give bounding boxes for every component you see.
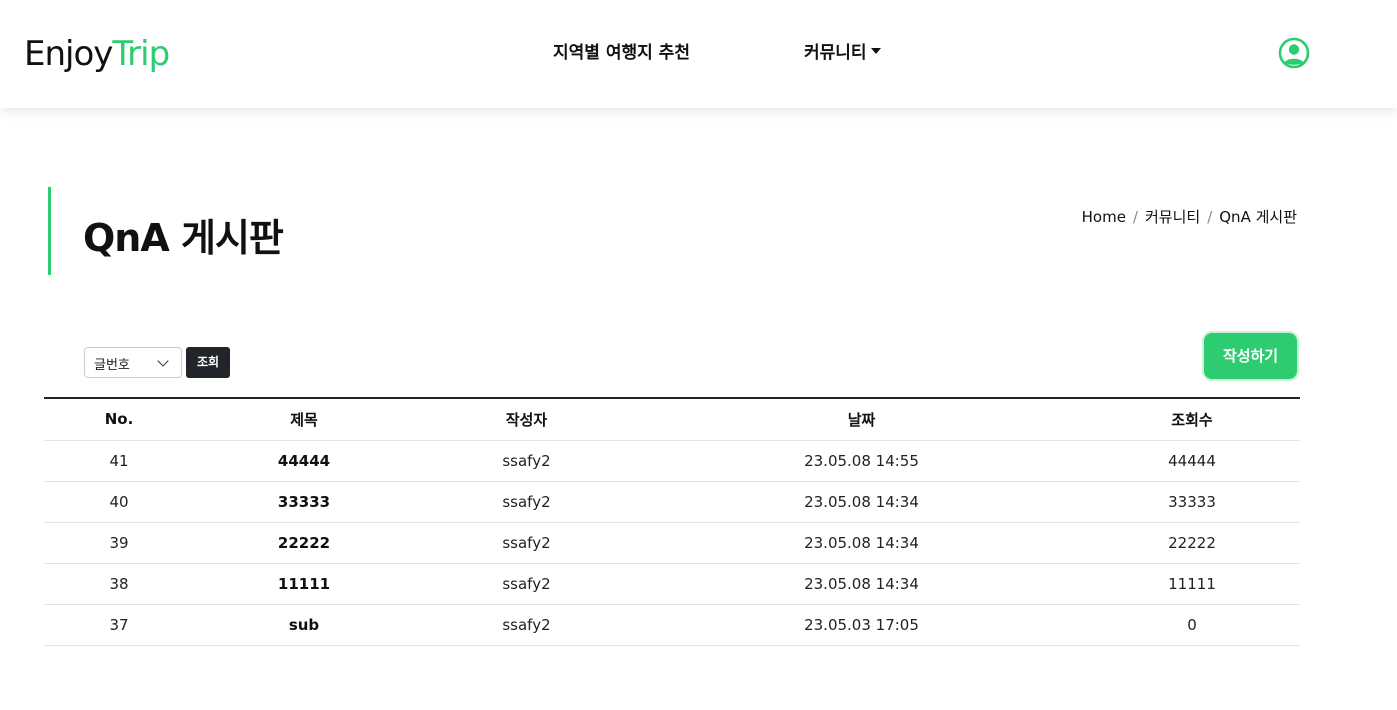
- user-circle-icon[interactable]: [1278, 37, 1310, 69]
- table-header-row: No. 제목 작성자 날짜 조회수: [44, 398, 1300, 441]
- cell-title-link[interactable]: 11111: [194, 563, 414, 605]
- write-post-button[interactable]: 작성하기: [1202, 331, 1299, 381]
- cell-author: ssafy2: [414, 481, 639, 523]
- table-row[interactable]: 40 33333 ssafy2 23.05.08 14:34 33333: [44, 481, 1300, 523]
- table-row[interactable]: 39 22222 ssafy2 23.05.08 14:34 22222: [44, 522, 1300, 564]
- search-field-select[interactable]: 글번호: [84, 347, 182, 378]
- cell-no: 41: [44, 440, 194, 482]
- cell-author: ssafy2: [414, 522, 639, 564]
- cell-views: 0: [1084, 604, 1300, 646]
- cell-title-link[interactable]: 33333: [194, 481, 414, 523]
- nav-item-region-recommend[interactable]: 지역별 여행지 추천: [553, 38, 690, 63]
- brand-logo-part1: Enjoy: [24, 34, 113, 74]
- cell-no: 40: [44, 481, 194, 523]
- table-row[interactable]: 37 sub ssafy2 23.05.03 17:05 0: [44, 604, 1300, 646]
- chevron-down-icon: [157, 355, 169, 367]
- breadcrumb-separator: /: [1207, 208, 1213, 226]
- cell-title-link[interactable]: 22222: [194, 522, 414, 564]
- brand-logo-part2: Trip: [112, 34, 170, 74]
- cell-no: 38: [44, 563, 194, 605]
- table-row[interactable]: 38 11111 ssafy2 23.05.08 14:34 11111: [44, 563, 1300, 605]
- cell-title-link[interactable]: sub: [194, 604, 414, 646]
- search-field-select-value: 글번호: [94, 358, 130, 373]
- qna-table: No. 제목 작성자 날짜 조회수 41 44444 ssafy2 23.05.…: [44, 397, 1300, 646]
- cell-views: 33333: [1084, 481, 1300, 523]
- page-title-block: QnA 게시판: [48, 187, 284, 275]
- breadcrumb-current: QnA 게시판: [1219, 208, 1297, 226]
- cell-views: 22222: [1084, 522, 1300, 564]
- breadcrumb-separator: /: [1132, 208, 1138, 226]
- column-header-date: 날짜: [639, 398, 1084, 441]
- breadcrumb: Home / 커뮤니티 / QnA 게시판: [1082, 206, 1297, 227]
- cell-views: 44444: [1084, 440, 1300, 482]
- nav-item-community[interactable]: 커뮤니티: [804, 38, 881, 63]
- cell-author: ssafy2: [414, 563, 639, 605]
- nav-item-community-label: 커뮤니티: [804, 43, 867, 63]
- top-navbar: EnjoyTrip 지역별 여행지 추천 커뮤니티: [0, 0, 1397, 108]
- page-title: QnA 게시판: [83, 216, 284, 260]
- column-header-author: 작성자: [414, 398, 639, 441]
- cell-author: ssafy2: [414, 440, 639, 482]
- cell-date: 23.05.08 14:34: [639, 522, 1084, 564]
- brand-logo[interactable]: EnjoyTrip: [24, 34, 170, 74]
- breadcrumb-community[interactable]: 커뮤니티: [1145, 208, 1200, 226]
- search-button[interactable]: 조회: [186, 347, 230, 378]
- cell-date: 23.05.08 14:55: [639, 440, 1084, 482]
- cell-date: 23.05.08 14:34: [639, 563, 1084, 605]
- caret-down-icon: [870, 48, 881, 54]
- breadcrumb-home[interactable]: Home: [1082, 208, 1126, 226]
- column-header-views: 조회수: [1084, 398, 1300, 441]
- cell-author: ssafy2: [414, 604, 639, 646]
- cell-date: 23.05.03 17:05: [639, 604, 1084, 646]
- cell-views: 11111: [1084, 563, 1300, 605]
- cell-no: 37: [44, 604, 194, 646]
- cell-date: 23.05.08 14:34: [639, 481, 1084, 523]
- column-header-no: No.: [44, 398, 194, 441]
- column-header-title: 제목: [194, 398, 414, 441]
- table-row[interactable]: 41 44444 ssafy2 23.05.08 14:55 44444: [44, 440, 1300, 482]
- cell-title-link[interactable]: 44444: [194, 440, 414, 482]
- cell-no: 39: [44, 522, 194, 564]
